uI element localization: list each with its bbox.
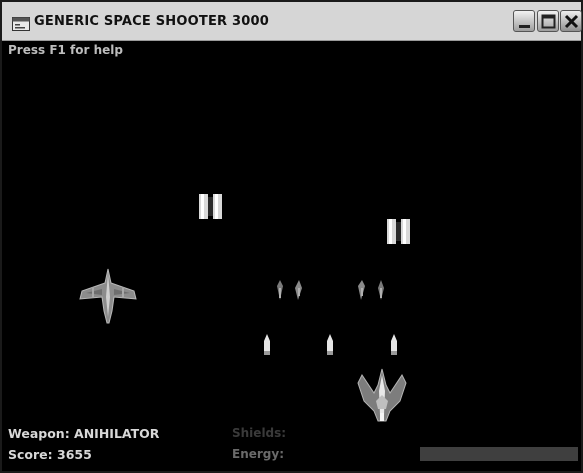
enemy-missile — [277, 280, 302, 300]
close-icon — [564, 14, 579, 29]
energy-label: Energy: — [232, 447, 285, 461]
player-ship — [357, 368, 407, 422]
game-viewport[interactable]: Press F1 for help Weapon: ANIHILATOR Sco… — [2, 41, 581, 471]
score-label: Score: 3655 — [8, 447, 92, 462]
minimize-icon — [519, 25, 530, 28]
powerup-capsule — [387, 219, 410, 244]
enemy-fighter — [79, 268, 137, 324]
energy-bar — [420, 447, 578, 461]
powerup-capsule — [199, 194, 222, 219]
player-bullet — [327, 334, 333, 355]
help-hint: Press F1 for help — [8, 43, 123, 57]
title-bar[interactable]: GENERIC SPACE SHOOTER 3000 — [2, 2, 582, 41]
maximize-icon — [541, 14, 556, 29]
maximize-button[interactable] — [537, 10, 559, 32]
game-window: GENERIC SPACE SHOOTER 3000 Press F1 for … — [0, 0, 583, 473]
window-title: GENERIC SPACE SHOOTER 3000 — [34, 14, 269, 29]
enemy-missile — [358, 280, 384, 300]
close-button[interactable] — [560, 10, 582, 32]
shields-label: Shields: — [232, 426, 287, 440]
player-bullet — [264, 334, 270, 355]
player-bullet — [391, 334, 397, 355]
app-window-icon — [12, 17, 30, 31]
weapon-label: Weapon: ANIHILATOR — [8, 426, 160, 441]
minimize-button[interactable] — [513, 10, 535, 32]
